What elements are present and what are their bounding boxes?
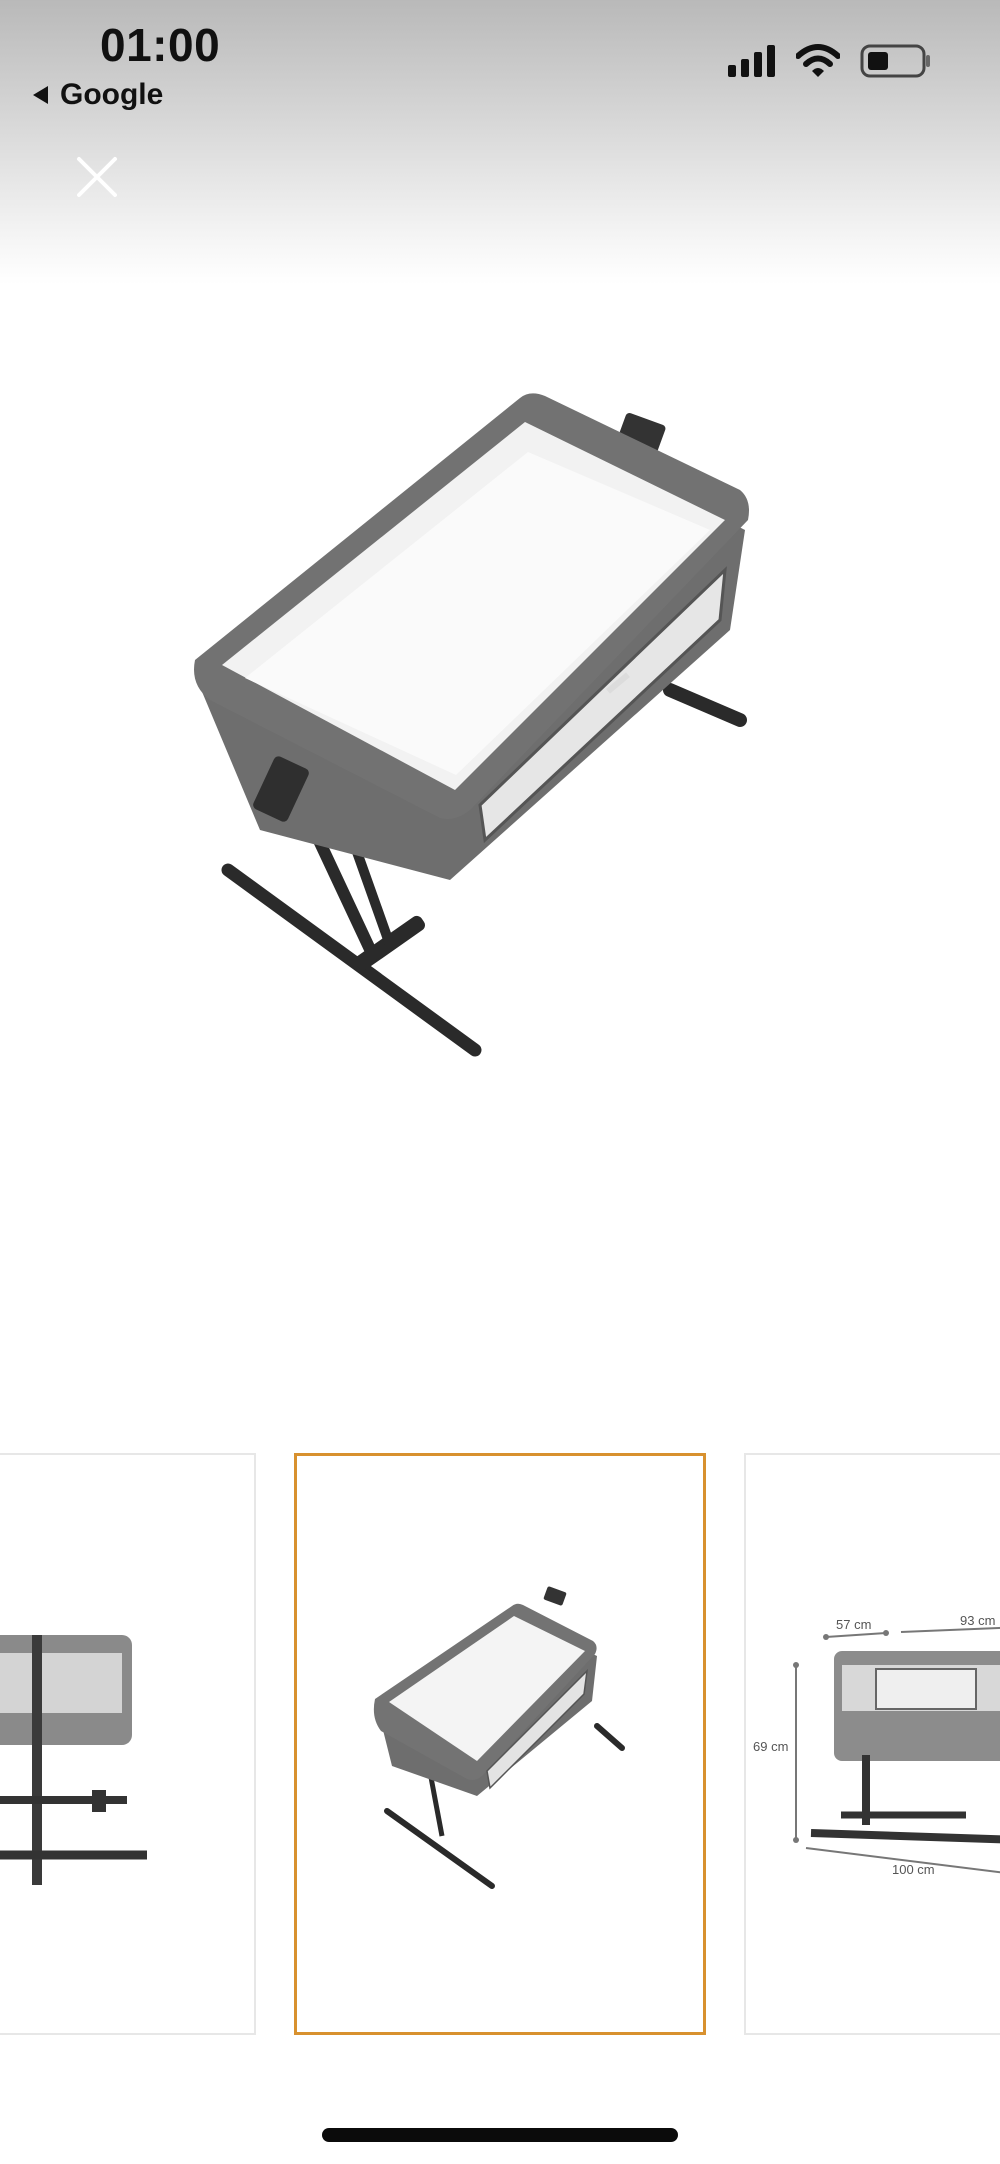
dim-leg-span-label: 100 cm [892, 1862, 935, 1877]
thumbnail-crib-angled[interactable] [294, 1453, 706, 2035]
dim-height-label: 69 cm [753, 1739, 788, 1754]
signal-bars-icon [728, 45, 776, 82]
wifi-icon [795, 44, 841, 83]
home-indicator[interactable] [322, 2128, 678, 2142]
dim-width-label: 57 cm [836, 1617, 871, 1632]
dim-length-label: 93 cm [960, 1613, 995, 1628]
close-icon [75, 155, 119, 204]
main-product-image [150, 360, 790, 1080]
back-triangle-icon [32, 85, 50, 105]
back-link-label: Google [60, 78, 164, 111]
thumbnail-crib-front[interactable] [0, 1453, 256, 2035]
back-to-google-link[interactable]: Google [32, 78, 163, 112]
status-icons [728, 44, 932, 83]
battery-icon [860, 44, 932, 83]
thumbnail-crib-dimensions[interactable]: 57 cm 93 cm 69 cm 100 cm [744, 1453, 1000, 2035]
close-viewer-button[interactable] [70, 152, 124, 206]
status-time: 01:00 [100, 19, 221, 71]
